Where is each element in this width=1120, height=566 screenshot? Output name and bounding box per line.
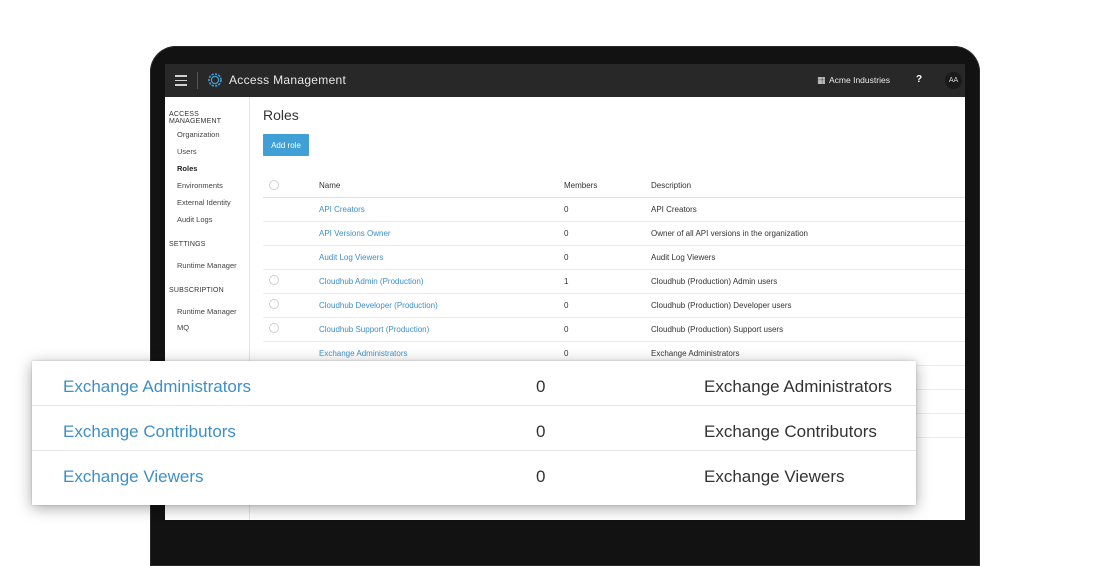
hamburger-menu-icon[interactable] <box>175 75 187 86</box>
row-checkbox[interactable] <box>269 323 279 333</box>
role-members: 0 <box>564 253 569 262</box>
zoom-role-members: 0 <box>536 422 546 441</box>
help-button[interactable]: ? <box>916 74 922 85</box>
role-members: 1 <box>564 277 569 286</box>
add-role-button[interactable]: Add role <box>263 134 309 156</box>
zoom-role-description: Exchange Administrators <box>704 377 893 396</box>
page-title: Roles <box>263 107 299 123</box>
table-header: Name Members Description <box>263 175 965 198</box>
role-name-link[interactable]: Audit Log Viewers <box>319 253 383 262</box>
sidebar-item-audit-logs[interactable]: Audit Logs <box>177 215 212 224</box>
gear-icon <box>208 73 222 87</box>
select-all-checkbox[interactable] <box>269 180 279 190</box>
role-description: Owner of all API versions in the organiz… <box>651 229 808 238</box>
sidebar-item-settings-runtime-manager[interactable]: Runtime Manager <box>177 261 237 270</box>
role-description: Cloudhub (Production) Developer users <box>651 301 792 310</box>
org-name: Acme Industries <box>829 75 890 85</box>
sidebar-heading-subscription: SUBSCRIPTION <box>169 287 224 294</box>
role-name-link[interactable]: Cloudhub Support (Production) <box>319 325 429 334</box>
org-switcher[interactable]: ▦ Acme Industries <box>817 75 890 86</box>
zoom-row: Exchange Viewers 0 Exchange Viewers <box>32 451 916 495</box>
role-members: 0 <box>564 325 569 334</box>
zoom-role-description: Exchange Contributors <box>704 422 877 441</box>
column-header-members[interactable]: Members <box>564 181 597 190</box>
role-name-link[interactable]: Cloudhub Developer (Production) <box>319 301 438 310</box>
role-members: 0 <box>564 205 569 214</box>
sidebar-item-environments[interactable]: Environments <box>177 181 223 190</box>
zoom-role-members: 0 <box>536 377 546 396</box>
role-members: 0 <box>564 301 569 310</box>
role-description: Cloudhub (Production) Admin users <box>651 277 778 286</box>
zoom-role-description: Exchange Viewers <box>704 467 845 486</box>
role-description: Audit Log Viewers <box>651 253 716 262</box>
avatar[interactable]: AA <box>945 72 962 89</box>
role-name-link[interactable]: API Versions Owner <box>319 229 391 238</box>
row-checkbox[interactable] <box>269 299 279 309</box>
role-name-link[interactable]: Cloudhub Admin (Production) <box>319 277 424 286</box>
row-checkbox[interactable] <box>269 275 279 285</box>
role-description: Cloudhub (Production) Support users <box>651 325 784 334</box>
sidebar-item-external-identity[interactable]: External Identity <box>177 198 231 207</box>
sidebar-item-mq[interactable]: MQ <box>177 323 189 332</box>
sidebar-heading-access-management: ACCESS MANAGEMENT <box>169 111 222 125</box>
zoom-role-name-link[interactable]: Exchange Contributors <box>63 422 236 442</box>
sidebar-item-roles[interactable]: Roles <box>177 164 197 173</box>
role-description: API Creators <box>651 205 697 214</box>
app-title: Access Management <box>229 73 347 87</box>
sidebar-item-organization[interactable]: Organization <box>177 130 220 139</box>
building-icon: ▦ <box>817 75 826 85</box>
role-members: 0 <box>564 229 569 238</box>
sidebar-heading-settings: SETTINGS <box>169 241 206 248</box>
zoom-row: Exchange Contributors 0 Exchange Contrib… <box>32 406 916 451</box>
zoom-role-members: 0 <box>536 467 546 486</box>
table-row: API Creators 0 API Creators <box>263 198 965 222</box>
role-members: 0 <box>564 349 569 358</box>
zoom-role-name-link[interactable]: Exchange Administrators <box>63 377 251 397</box>
table-row: Cloudhub Developer (Production) 0 Cloudh… <box>263 294 965 318</box>
zoom-callout: Exchange Administrators 0 Exchange Admin… <box>32 361 916 505</box>
table-row: Cloudhub Admin (Production) 1 Cloudhub (… <box>263 270 965 294</box>
column-header-description[interactable]: Description <box>651 181 691 190</box>
sidebar-item-subscription-runtime-manager[interactable]: Runtime Manager <box>177 307 237 316</box>
topbar-divider <box>197 72 198 89</box>
sidebar-item-users[interactable]: Users <box>177 147 197 156</box>
table-row: API Versions Owner 0 Owner of all API ve… <box>263 222 965 246</box>
table-row: Cloudhub Support (Production) 0 Cloudhub… <box>263 318 965 342</box>
role-name-link[interactable]: Exchange Administrators <box>319 349 408 358</box>
zoom-role-name-link[interactable]: Exchange Viewers <box>63 467 204 487</box>
zoom-row: Exchange Administrators 0 Exchange Admin… <box>32 361 916 406</box>
role-description: Exchange Administrators <box>651 349 740 358</box>
role-name-link[interactable]: API Creators <box>319 205 365 214</box>
column-header-name[interactable]: Name <box>319 181 340 190</box>
top-bar: Access Management ▦ Acme Industries ? AA <box>165 64 965 97</box>
table-row: Audit Log Viewers 0 Audit Log Viewers <box>263 246 965 270</box>
